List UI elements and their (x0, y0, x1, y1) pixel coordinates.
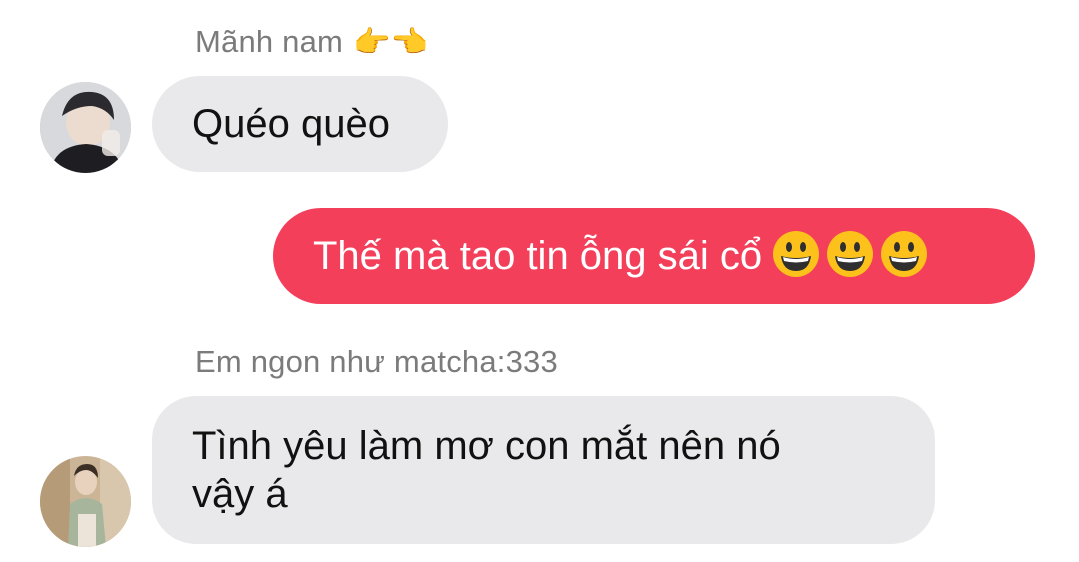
message-text: Quéo quèo (192, 102, 390, 146)
grinning-face-icon (827, 231, 874, 277)
pointing-fingers-icon: 👉👈 (353, 24, 429, 60)
avatar-photo (40, 456, 131, 547)
avatar[interactable] (40, 456, 131, 547)
avatar-photo (40, 82, 131, 173)
chat-thread: Mãnh nam 👉👈 Quéo quèo Thế mà tao tin ỗng… (0, 0, 1079, 562)
sender-name: Mãnh nam 👉👈 (195, 24, 428, 60)
avatar[interactable] (40, 82, 131, 173)
message-text-line: vậy á (192, 472, 288, 516)
message-bubble[interactable]: Quéo quèo (152, 76, 448, 172)
sender-name-text: Mãnh nam (195, 24, 344, 59)
message-bubble-outgoing[interactable]: Thế mà tao tin ỗng sái cổ (273, 208, 1035, 304)
sender-name-text: Em ngon như matcha:333 (195, 344, 558, 379)
emoji-group (772, 230, 928, 278)
grinning-face-icon (881, 231, 928, 277)
message-text: Thế mà tao tin ỗng sái cổ (313, 234, 763, 278)
grinning-face-icon (773, 231, 820, 277)
sender-name: Em ngon như matcha:333 (195, 344, 558, 380)
message-text-line: Tình yêu làm mơ con mắt nên nó (192, 424, 781, 468)
message-bubble[interactable]: Tình yêu làm mơ con mắt nên nó vậy á (152, 396, 935, 544)
